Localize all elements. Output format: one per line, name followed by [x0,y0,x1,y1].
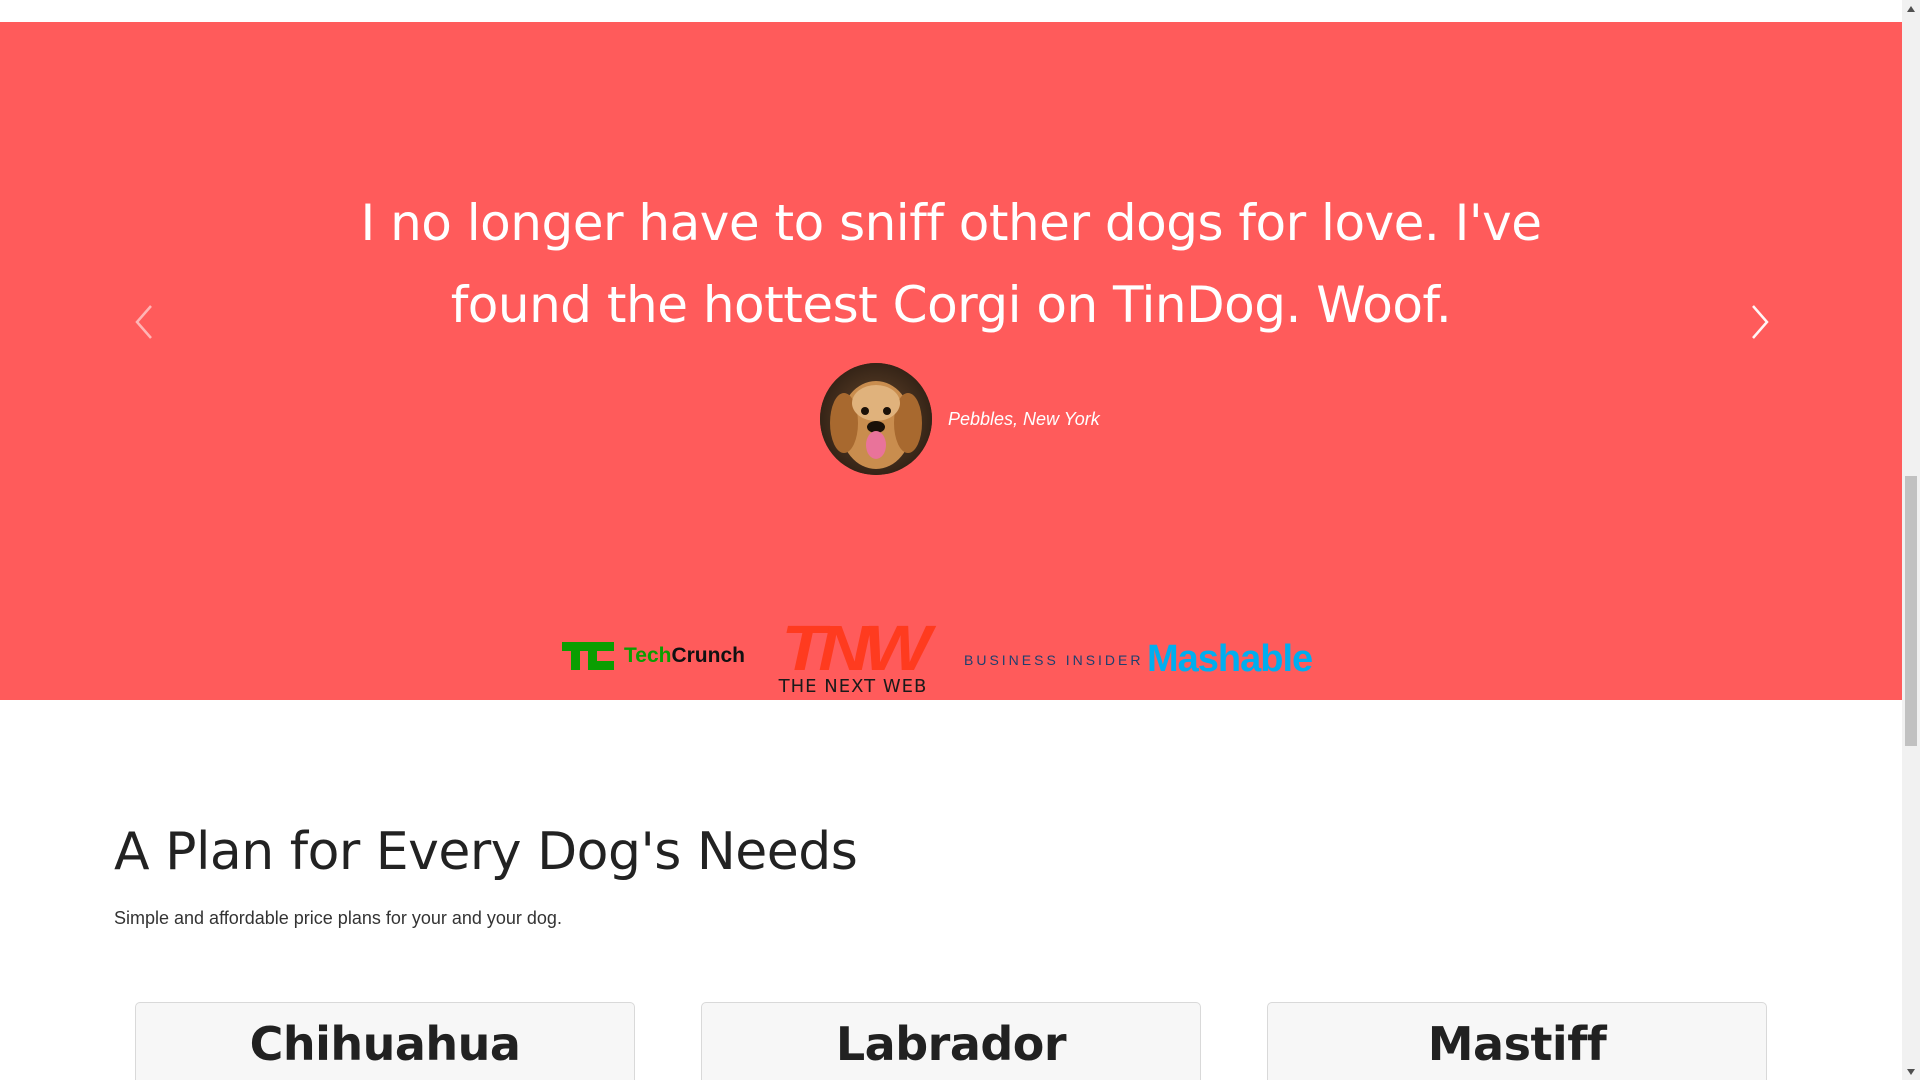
press-logos: TechCrunch TNW THE NEXT WEB BUSINESS INS… [562,612,1342,702]
techcrunch-tech-text: Tech [624,644,672,667]
page: I no longer have to sniff other dogs for… [0,0,1902,1080]
chevron-right-icon [1752,305,1769,339]
pricing-card-mastiff: Mastiff [1267,1002,1767,1080]
carousel-next-button[interactable] [1740,292,1780,352]
arrow-up-icon [1907,5,1915,12]
carousel-prev-button[interactable] [124,292,164,352]
plan-title: Mastiff [1427,1017,1607,1071]
business-insider-logo: BUSINESS INSIDER [964,652,1144,668]
avatar [820,363,932,475]
vertical-scrollbar[interactable] [1902,0,1920,1080]
pricing-card-chihuahua: Chihuahua [135,1002,635,1080]
techcrunch-logo: TechCrunch [562,642,745,670]
pricing-title: A Plan for Every Dog's Needs [114,822,858,882]
chevron-left-icon [135,305,152,339]
mashable-logo: Mashable [1147,638,1313,680]
pricing-subtitle: Simple and affordable price plans for yo… [114,908,562,928]
testimonial-section: I no longer have to sniff other dogs for… [0,22,1902,700]
plan-title: Chihuahua [249,1017,521,1071]
tnw-logo-mark: TNW [781,612,931,684]
scroll-up-button[interactable] [1902,0,1920,17]
techcrunch-crunch-text: Crunch [671,644,745,667]
dog-photo-image [820,363,932,475]
testimonial-author: Pebbles, New York [820,363,1100,475]
pricing-card-labrador: Labrador [701,1002,1201,1080]
author-name: Pebbles, New York [948,408,1100,429]
testimonial-quote: I no longer have to sniff other dogs for… [360,194,1542,334]
arrow-down-icon [1907,1068,1915,1075]
scroll-down-button[interactable] [1902,1063,1920,1080]
techcrunch-mark-icon [562,642,614,670]
plan-title: Labrador [835,1017,1067,1071]
tnw-logo: TNW THE NEXT WEB [758,612,948,697]
scrollbar-thumb[interactable] [1905,476,1917,746]
